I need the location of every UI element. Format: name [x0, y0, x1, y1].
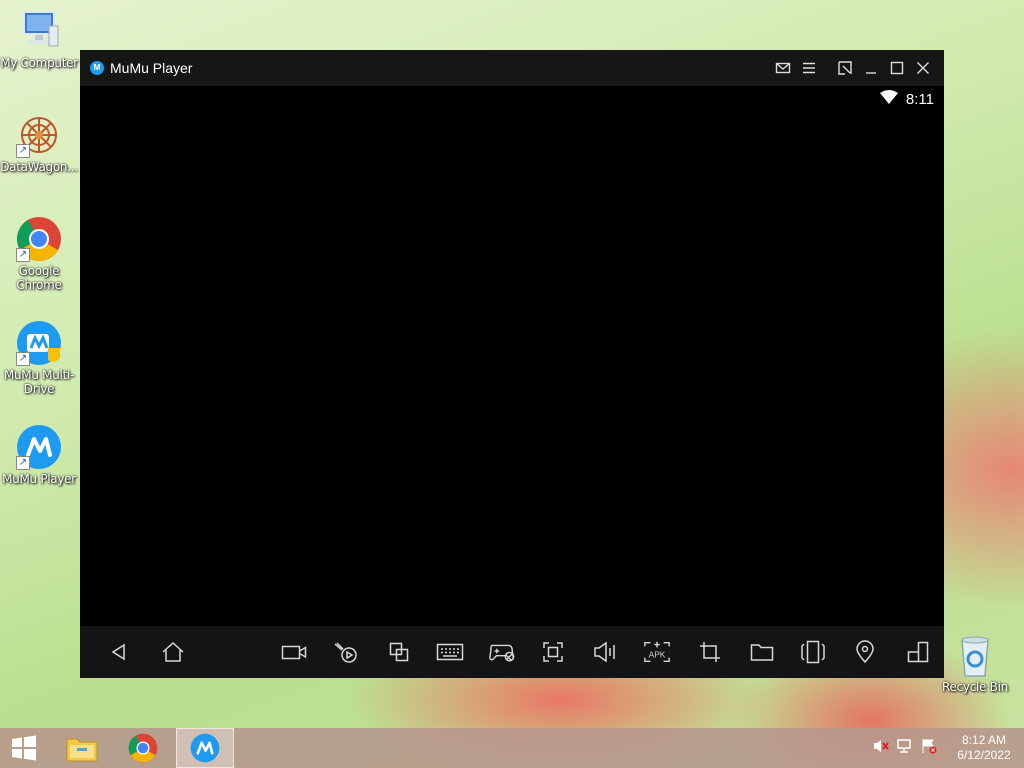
keyboard-button[interactable]	[436, 638, 464, 666]
fullscreen-icon	[543, 642, 563, 662]
crop-icon	[700, 642, 720, 662]
close-icon	[917, 62, 929, 74]
desktop-icon-label: Recycle Bin	[942, 680, 1008, 694]
mumu-player-icon: ↗	[16, 424, 62, 470]
android-clock: 8:11	[905, 90, 934, 108]
fullscreen-button[interactable]	[539, 638, 567, 666]
network-icon[interactable]	[896, 738, 914, 759]
back-button[interactable]	[105, 638, 133, 666]
volume-button[interactable]	[591, 638, 619, 666]
shortcut-arrow-icon: ↗	[16, 144, 30, 158]
computer-icon	[16, 8, 62, 54]
maximize-icon	[890, 61, 904, 75]
shortcut-arrow-icon: ↗	[16, 456, 30, 470]
chrome-icon	[128, 733, 158, 763]
file-explorer-icon	[66, 738, 98, 762]
home-icon	[162, 641, 184, 662]
desktop-icon-mumu-player[interactable]: ↗ MuMu Player	[0, 424, 78, 486]
shortcut-arrow-icon: ↗	[16, 352, 30, 366]
window-title: MuMu Player	[110, 60, 193, 76]
gamepad-icon	[489, 644, 515, 662]
shortcut-arrow-icon: ↗	[16, 248, 30, 262]
mumu-player-icon	[190, 733, 220, 763]
home-button[interactable]	[159, 638, 187, 666]
datawagon-icon: ↗	[16, 112, 62, 158]
minimize-button[interactable]	[858, 55, 884, 81]
windows-start-icon	[12, 735, 36, 761]
pin-icon	[838, 61, 852, 75]
desktop-icon-label: Google Chrome	[16, 264, 62, 292]
mumu-multidrive-icon: ↗	[16, 320, 62, 366]
start-button[interactable]	[0, 728, 48, 768]
location-button[interactable]	[851, 638, 879, 666]
apk-install-button[interactable]: APK	[643, 638, 671, 666]
android-screen[interactable]: 8:11	[80, 86, 944, 626]
maximize-button[interactable]	[884, 55, 910, 81]
rotate-button[interactable]	[904, 638, 932, 666]
menu-button[interactable]	[796, 55, 822, 81]
rotate-icon	[907, 641, 929, 663]
clock-time: 8:12 AM	[961, 733, 1007, 747]
pin-button[interactable]	[832, 55, 858, 81]
wifi-icon	[879, 90, 898, 108]
desktop-icon-chrome[interactable]: ↗ Google Chrome	[0, 216, 78, 292]
taskbar-clock[interactable]: 8:12 AM 6/12/2022	[944, 733, 1024, 763]
window-titlebar[interactable]: M MuMu Player	[80, 50, 944, 86]
folder-icon	[750, 644, 774, 661]
close-button[interactable]	[910, 55, 936, 81]
record-button[interactable]	[280, 638, 308, 666]
volume-muted-icon[interactable]	[872, 738, 890, 759]
android-status-bar: 8:11	[879, 90, 934, 108]
shake-button[interactable]	[799, 638, 827, 666]
chrome-icon: ↗	[16, 216, 62, 262]
crop-button[interactable]	[696, 638, 724, 666]
multi-window-button[interactable]	[385, 638, 413, 666]
mumu-logo-icon: M	[90, 61, 104, 75]
mumu-player-window: M MuMu Player 8:11 APK	[80, 50, 944, 678]
clock-date: 6/12/2022	[957, 748, 1011, 762]
system-tray: 8:12 AM 6/12/2022	[872, 728, 1024, 768]
apk-label: APK	[649, 650, 666, 660]
desktop-icon-label: My Computer	[0, 56, 78, 70]
action-center-icon[interactable]	[920, 738, 938, 759]
desktop-icon-label: MuMu Multi-Drive	[3, 368, 75, 396]
desktop-icon-my-computer[interactable]: My Computer	[0, 8, 78, 70]
gamepad-button[interactable]	[488, 638, 516, 666]
macro-button[interactable]	[332, 638, 360, 666]
taskbar-file-explorer[interactable]	[54, 728, 110, 768]
folder-button[interactable]	[748, 638, 776, 666]
desktop-icon-datawagon[interactable]: ↗ DataWagon...	[0, 112, 78, 174]
minimize-icon	[866, 72, 876, 74]
desktop-icon-recycle-bin[interactable]: Recycle Bin	[936, 632, 1014, 694]
macro-icon	[334, 642, 357, 663]
keyboard-icon	[436, 643, 464, 661]
apk-install-icon: APK	[644, 641, 670, 663]
taskbar: 8:12 AM 6/12/2022	[0, 728, 1024, 768]
record-icon	[281, 645, 307, 660]
multi-window-icon	[389, 642, 409, 662]
desktop-icon-mumu-multi-drive[interactable]: ↗ MuMu Multi-Drive	[0, 320, 78, 396]
location-icon	[856, 640, 874, 664]
mail-icon	[775, 62, 791, 74]
taskbar-chrome[interactable]	[115, 728, 171, 768]
back-icon	[111, 643, 125, 661]
volume-icon	[594, 641, 615, 663]
shake-icon	[801, 640, 825, 664]
desktop-icon-label: MuMu Player	[2, 472, 76, 486]
taskbar-mumu-player[interactable]	[176, 728, 234, 768]
bottom-toolbar: APK	[80, 626, 944, 678]
mail-button[interactable]	[770, 55, 796, 81]
recycle-bin-icon	[952, 632, 998, 678]
desktop-icon-label: DataWagon...	[0, 160, 78, 174]
menu-icon	[803, 62, 815, 74]
